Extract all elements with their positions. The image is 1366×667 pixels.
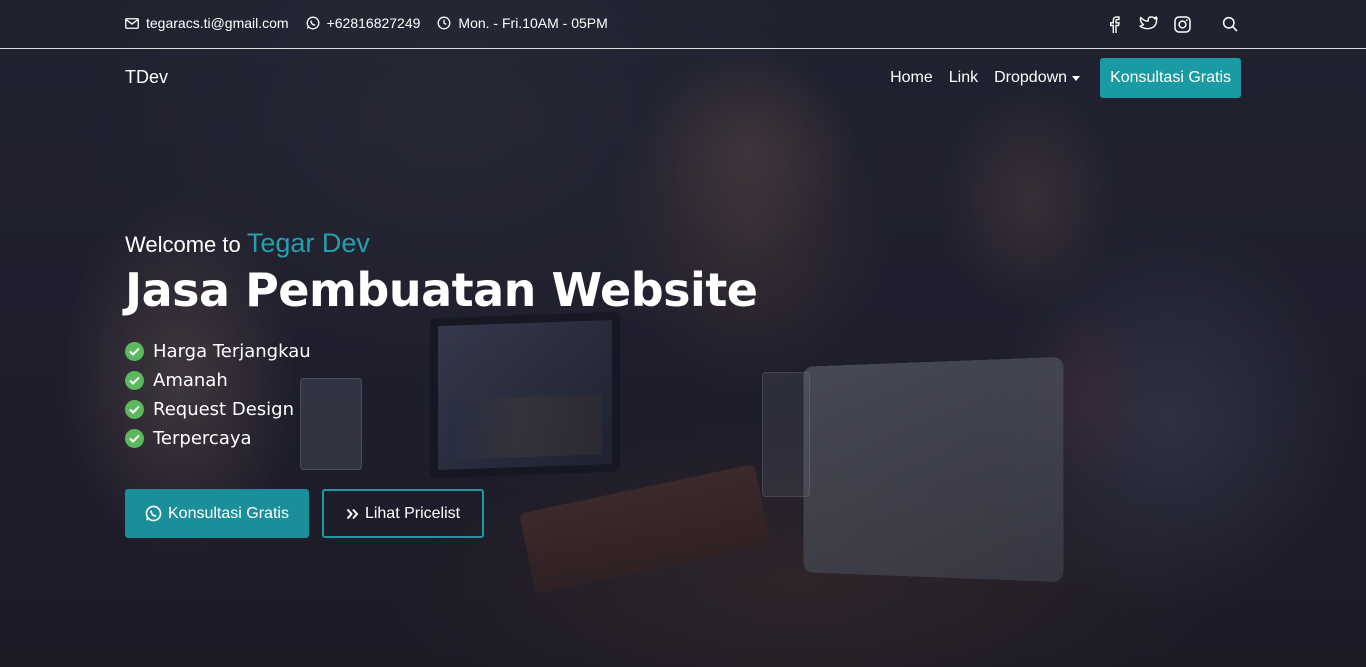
nav-links: Home Link Dropdown Konsultasi Gratis	[874, 58, 1241, 98]
nav-consultation-button[interactable]: Konsultasi Gratis	[1100, 58, 1241, 98]
main-navbar: TDev Home Link Dropdown Konsultasi Grati…	[0, 50, 1366, 108]
top-bar: tegaracs.ti@gmail.com +62816827249 Mon. …	[0, 0, 1366, 49]
check-circle-icon	[125, 429, 144, 448]
consultation-button-label: Konsultasi Gratis	[168, 504, 289, 522]
social-links	[1090, 14, 1240, 34]
twitter-icon[interactable]	[1138, 14, 1158, 34]
feature-item: Terpercaya	[125, 424, 758, 453]
email-text: tegaracs.ti@gmail.com	[146, 15, 289, 31]
email-contact[interactable]: tegaracs.ti@gmail.com	[125, 15, 289, 31]
instagram-icon[interactable]	[1172, 14, 1192, 34]
phone-contact[interactable]: +62816827249	[306, 15, 421, 31]
phone-text: +62816827249	[326, 15, 421, 31]
feature-item: Request Design	[125, 395, 758, 424]
nav-link[interactable]: Link	[949, 69, 978, 87]
feature-label: Terpercaya	[153, 428, 252, 449]
nav-home[interactable]: Home	[890, 69, 933, 87]
cta-buttons: Konsultasi Gratis Lihat Pricelist	[125, 489, 758, 538]
check-circle-icon	[125, 371, 144, 390]
double-chevron-right-icon	[346, 508, 359, 519]
caret-down-icon	[1072, 75, 1081, 81]
contact-info: tegaracs.ti@gmail.com +62816827249 Mon. …	[125, 15, 625, 31]
hero-content: Welcome to Tegar Dev Jasa Pembuatan Webs…	[125, 228, 758, 538]
hours-text: Mon. - Fri.10AM - 05PM	[458, 15, 608, 31]
hours-info: Mon. - Fri.10AM - 05PM	[437, 15, 608, 31]
brand-logo[interactable]: TDev	[125, 67, 168, 88]
feature-item: Harga Terjangkau	[125, 337, 758, 366]
hero-headline: Jasa Pembuatan Website	[125, 263, 758, 317]
pricelist-button-label: Lihat Pricelist	[364, 504, 461, 522]
search-icon[interactable]	[1220, 14, 1240, 34]
feature-label: Amanah	[153, 370, 228, 391]
feature-label: Request Design	[153, 399, 294, 420]
facebook-icon[interactable]	[1104, 14, 1124, 34]
clock-icon	[437, 16, 451, 30]
mail-icon	[125, 17, 139, 29]
nav-dropdown[interactable]: Dropdown	[994, 69, 1081, 87]
nav-dropdown-label: Dropdown	[994, 69, 1068, 86]
welcome-brand: Tegar Dev	[246, 228, 370, 258]
check-circle-icon	[125, 342, 144, 361]
feature-label: Harga Terjangkau	[153, 341, 311, 362]
welcome-prefix: Welcome to	[125, 232, 241, 257]
feature-item: Amanah	[125, 366, 758, 395]
feature-list: Harga Terjangkau Amanah Request Design T…	[125, 337, 758, 453]
consultation-button[interactable]: Konsultasi Gratis	[125, 489, 309, 538]
whatsapp-icon	[145, 505, 162, 522]
check-circle-icon	[125, 400, 144, 419]
whatsapp-icon	[306, 16, 320, 30]
pricelist-button[interactable]: Lihat Pricelist	[321, 489, 485, 538]
welcome-text: Welcome to Tegar Dev	[125, 228, 758, 259]
